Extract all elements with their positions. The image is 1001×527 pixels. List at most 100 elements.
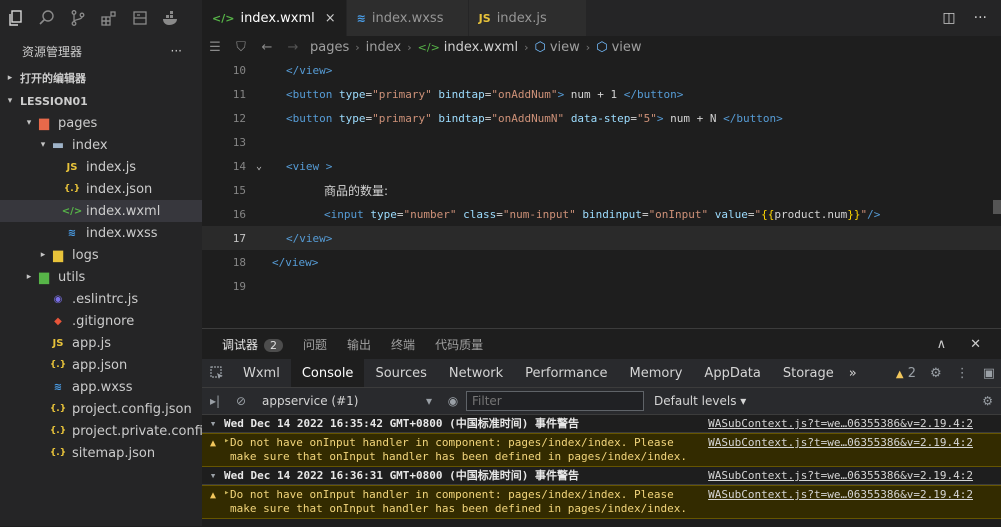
tab-index-wxml[interactable]: </> index.wxml × (202, 0, 347, 36)
code-text: </view> (286, 231, 333, 245)
search-icon[interactable] (31, 0, 62, 36)
tab-output[interactable]: 输出 (347, 336, 371, 353)
chevron-down-icon: ▾ (209, 417, 217, 430)
extensions-icon[interactable] (93, 0, 124, 36)
tab-code-quality[interactable]: 代码质量 (435, 336, 483, 353)
bookmark-icon[interactable]: ⛉ (228, 40, 254, 55)
source-link[interactable]: WASubContext.js?t=we…06355386&v=2.19.4:2 (708, 469, 973, 482)
code-line[interactable]: 12 <button type="primary" bindtap="onAddN… (202, 106, 1001, 130)
tab-index-wxss[interactable]: ≋ index.wxss (346, 0, 469, 36)
breadcrumb-index[interactable]: index (366, 40, 402, 55)
storage-icon[interactable] (124, 0, 155, 36)
tab-debugger[interactable]: 调试器 2 (222, 336, 284, 353)
tree-item[interactable]: ▸ ▆ logs (0, 244, 202, 266)
breadcrumb-view[interactable]: view (550, 40, 580, 55)
devtools-tab-memory[interactable]: Memory (619, 359, 694, 387)
wxss-file-icon: ≋ (356, 11, 366, 25)
context-selector[interactable]: appservice (#1) ▾ (254, 394, 440, 408)
inspect-icon[interactable] (202, 366, 232, 380)
dock-icon[interactable]: ▣ (983, 366, 995, 381)
code-line[interactable]: 14 ⌄ <view > (202, 154, 1001, 178)
project-section[interactable]: ▾ LESSION01 (0, 90, 202, 112)
forward-arrow-icon[interactable]: → (280, 40, 306, 55)
code-editor[interactable]: 10 </view> 11 <button type="primary" bindta… (202, 58, 1001, 328)
console-settings-gear-icon[interactable]: ⚙ (982, 394, 1001, 408)
log-group-header[interactable]: ▾ Wed Dec 14 2022 16:35:42 GMT+0800 (中国标准… (202, 415, 1001, 433)
tree-item[interactable]: {.} app.json (0, 354, 202, 376)
tree-item[interactable]: ▸ ▆ utils (0, 266, 202, 288)
eye-icon[interactable]: ◉ (440, 394, 466, 408)
breadcrumb-separator: › (585, 40, 591, 54)
code-line[interactable]: 19 (202, 274, 1001, 298)
more-vertical-icon[interactable]: ⋮ (956, 366, 969, 381)
tree-item[interactable]: {.} project.private.config.js... (0, 420, 202, 442)
tab-problems[interactable]: 问题 (303, 336, 327, 353)
warning-count[interactable]: ▲ 2 (896, 366, 916, 381)
tree-item[interactable]: ≋ app.wxss (0, 376, 202, 398)
code-line[interactable]: 10 </view> (202, 58, 1001, 82)
default-levels-dropdown[interactable]: Default levels ▾ (654, 394, 746, 408)
chevron-up-icon[interactable]: ∧ (937, 337, 947, 352)
clear-console-icon[interactable]: ⊘ (228, 394, 254, 408)
breadcrumb-view-child[interactable]: view (612, 40, 642, 55)
filter-input[interactable] (466, 391, 644, 411)
code-line[interactable]: 18 </view> (202, 250, 1001, 274)
devtools-tab-console[interactable]: Console (290, 359, 365, 387)
devtools-tab-storage[interactable]: Storage (772, 359, 845, 387)
tree-item[interactable]: ◆ .gitignore (0, 310, 202, 332)
source-control-icon[interactable] (62, 0, 93, 36)
tree-item-label: utils (58, 269, 86, 285)
devtools-tab-network[interactable]: Network (438, 359, 514, 387)
editor-scrollbar[interactable] (993, 200, 1001, 214)
source-link[interactable]: WASubContext.js?t=we…06355386&v=2.19.4:2 (708, 488, 973, 501)
devtools-tab-sources[interactable]: Sources (364, 359, 437, 387)
tree-item[interactable]: ≋ index.wxss (0, 222, 202, 244)
code-line[interactable]: 17 </view> (202, 226, 1001, 250)
code-line[interactable]: 15 商品的数量: (202, 178, 1001, 202)
source-link[interactable]: WASubContext.js?t=we…06355386&v=2.19.4:2 (708, 417, 973, 430)
tree-item[interactable]: {.} sitemap.json (0, 442, 202, 464)
more-actions-icon[interactable]: ··· (171, 44, 182, 58)
close-icon[interactable]: × (325, 11, 336, 26)
tab-index-js[interactable]: JS index.js (468, 0, 587, 36)
tree-item[interactable]: </> index.wxml (0, 200, 202, 222)
log-group-header[interactable]: ▾ Wed Dec 14 2022 16:36:31 GMT+0800 (中国标准… (202, 467, 1001, 485)
settings-gear-icon[interactable]: ⚙ (930, 366, 942, 381)
tree-item[interactable]: JS app.js (0, 332, 202, 354)
code-line[interactable]: 16 <input type="number" class="num-input"… (202, 202, 1001, 226)
fold-chevron-icon[interactable]: ⌄ (246, 161, 272, 172)
devtools-tab-wxml[interactable]: Wxml (232, 359, 291, 387)
tree-item[interactable]: JS index.js (0, 156, 202, 178)
sidebar-toggle-icon[interactable]: ▸| (202, 394, 228, 408)
open-editors-section[interactable]: ▸ 打开的编辑器 (0, 67, 202, 89)
more-actions-icon[interactable]: ··· (974, 10, 987, 26)
devtools-tabs: Wxml Console Sources Network Performance… (202, 359, 1001, 388)
line-number: 18 (232, 255, 246, 269)
files-icon[interactable] (0, 0, 31, 36)
breadcrumb: ☰ ⛉ ← → pages › index › </> index.wxml ›… (202, 36, 1001, 58)
close-panel-icon[interactable]: ✕ (970, 337, 981, 352)
tree-item[interactable]: ◉ .eslintrc.js (0, 288, 202, 310)
code-line[interactable]: 11 <button type="primary" bindtap="onAddN… (202, 82, 1001, 106)
list-icon[interactable]: ☰ (202, 40, 228, 55)
json-icon: {.} (49, 360, 67, 370)
log-warning[interactable]: ▲ ▸ Do not have onInput handler in compone… (202, 433, 1001, 467)
docker-icon[interactable] (155, 0, 186, 36)
git-icon: ◆ (54, 315, 62, 327)
breadcrumb-file[interactable]: index.wxml (444, 40, 518, 55)
log-warning[interactable]: ▲ ▸ Do not have onInput handler in compone… (202, 485, 1001, 519)
back-arrow-icon[interactable]: ← (254, 40, 280, 55)
breadcrumb-pages[interactable]: pages (310, 40, 349, 55)
chevron-down-icon: ▾ (40, 140, 46, 150)
source-link[interactable]: WASubContext.js?t=we…06355386&v=2.19.4:2 (708, 436, 973, 449)
tree-item[interactable]: {.} index.json (0, 178, 202, 200)
devtools-tab-appdata[interactable]: AppData (693, 359, 771, 387)
tree-item[interactable]: ▾ ▆ pages (0, 112, 202, 134)
split-editor-icon[interactable]: ◫ (942, 10, 955, 26)
more-tabs-icon[interactable]: » (845, 359, 861, 387)
code-line[interactable]: 13 (202, 130, 1001, 154)
tab-terminal[interactable]: 终端 (391, 336, 415, 353)
tree-item[interactable]: {.} project.config.json (0, 398, 202, 420)
tree-item[interactable]: ▾ ▬ index (0, 134, 202, 156)
devtools-tab-performance[interactable]: Performance (514, 359, 618, 387)
